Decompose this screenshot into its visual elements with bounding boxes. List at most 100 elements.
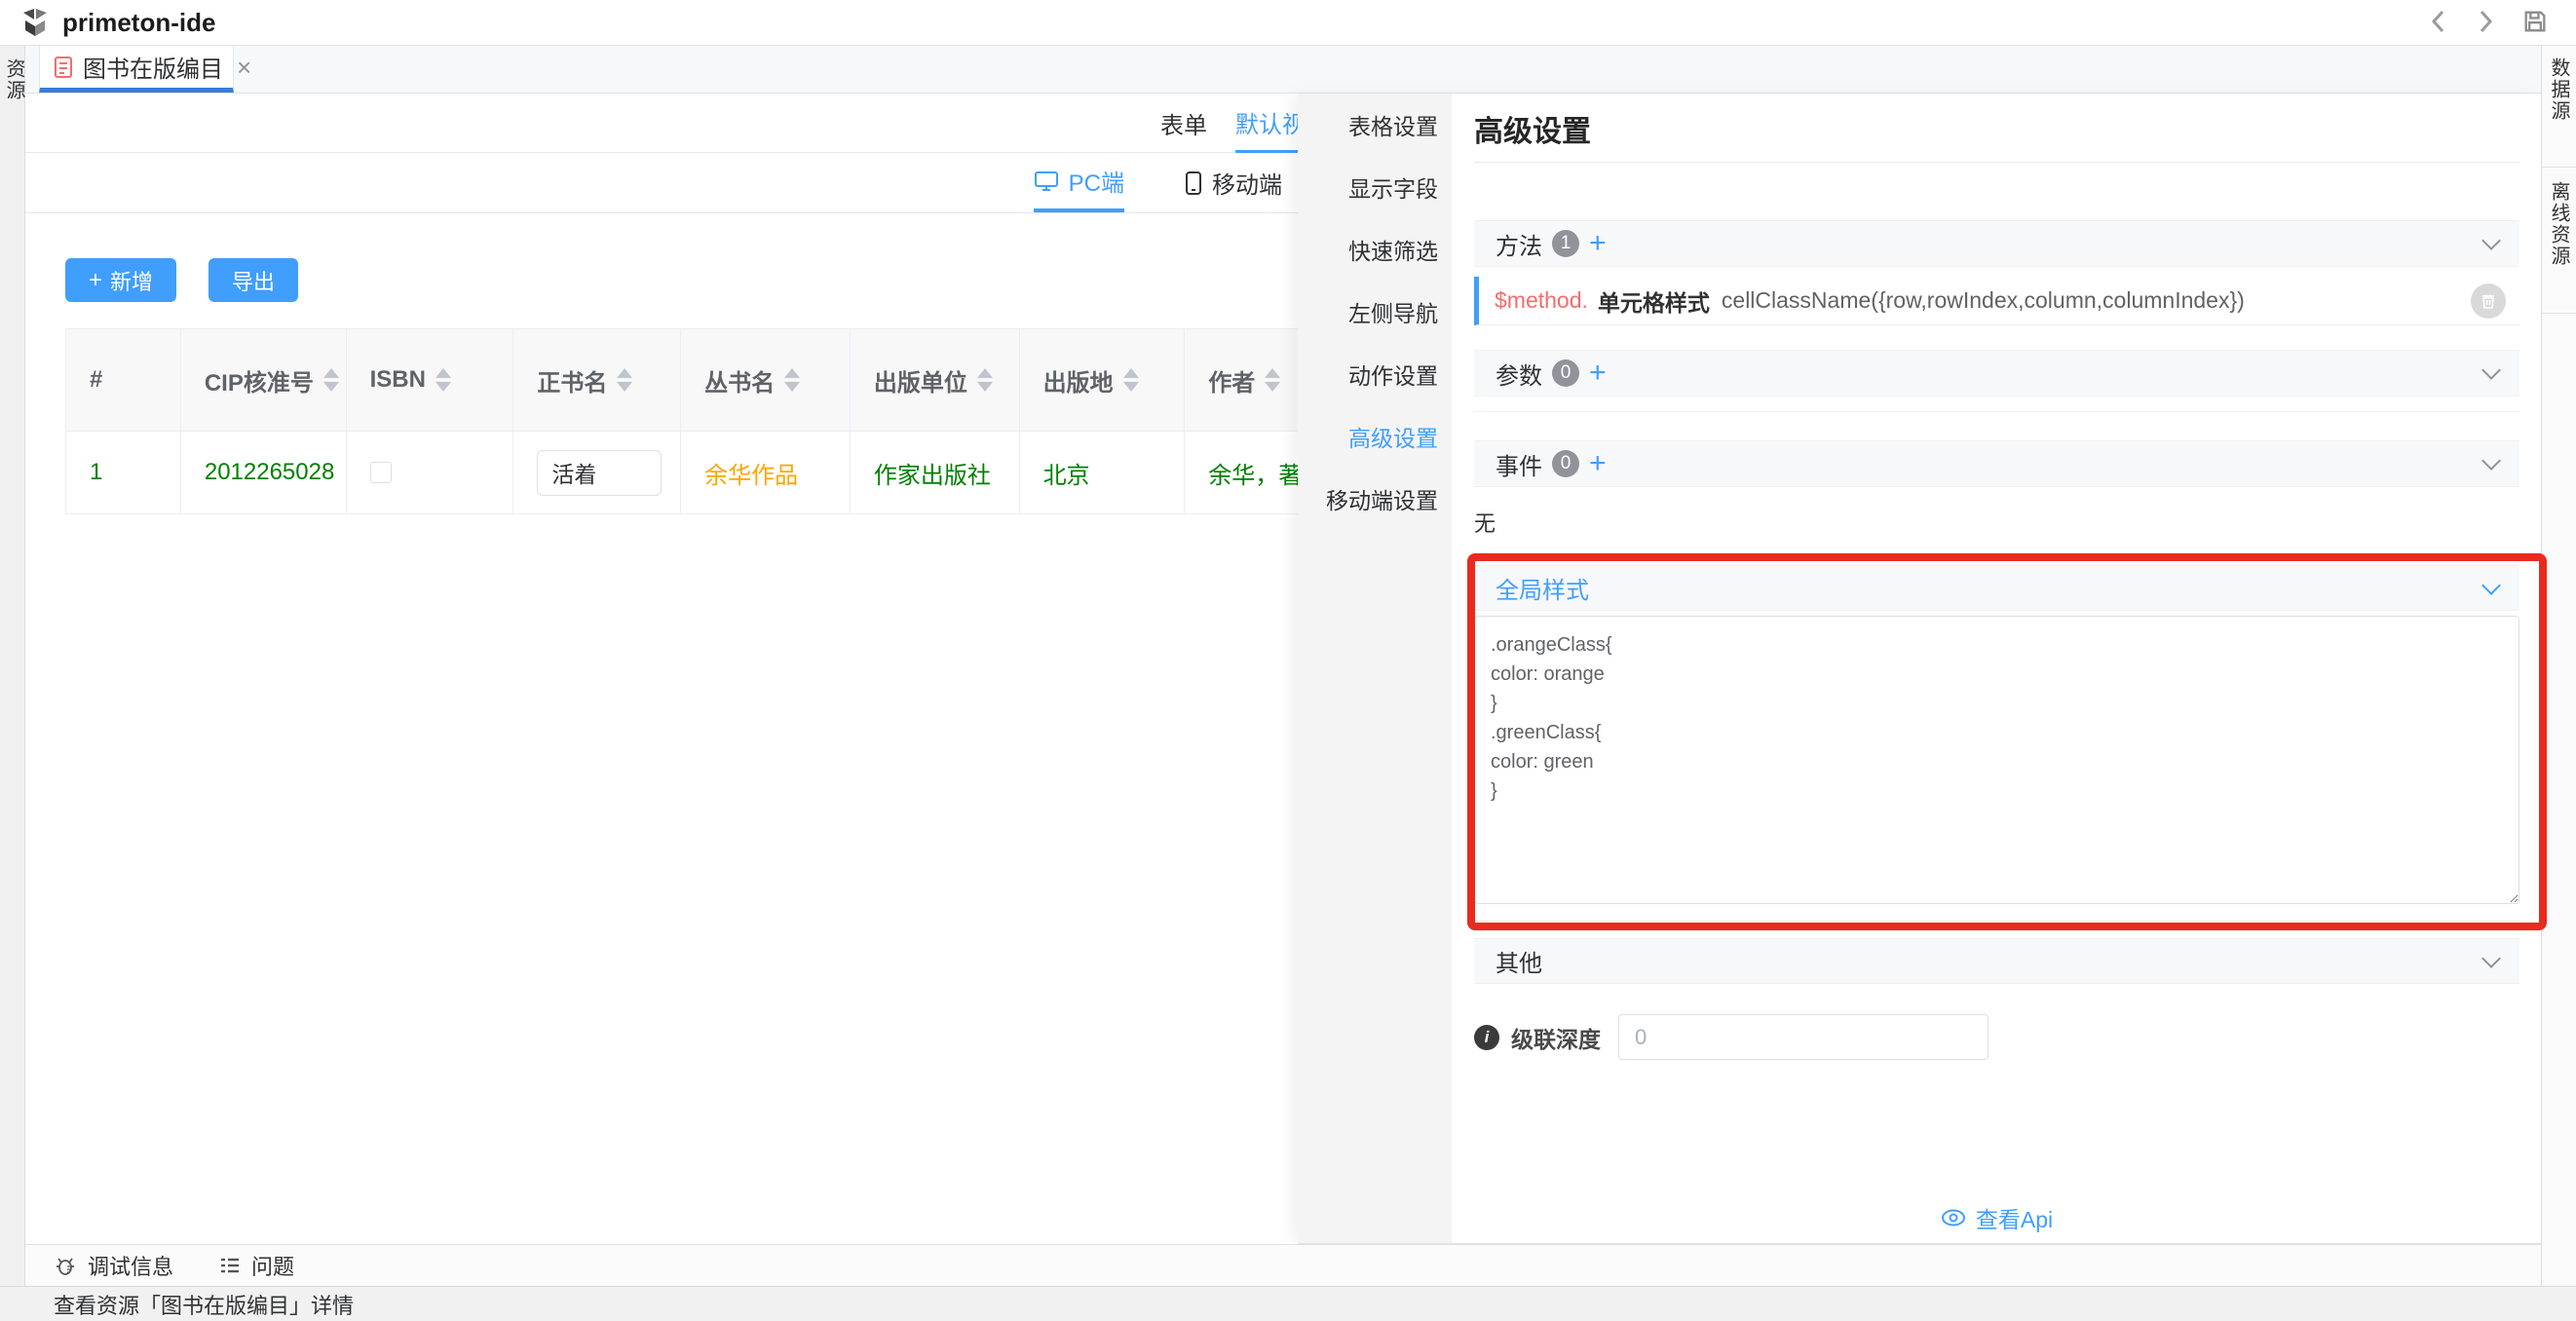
params-empty-area — [1474, 396, 2519, 412]
sort-icon[interactable] — [784, 368, 800, 392]
section-header-events[interactable]: 事件 0 + — [1474, 440, 2519, 487]
editor-tab-label: 图书在版编目 — [83, 50, 223, 84]
view-tabs: 表单 默认视图 — [25, 94, 1298, 153]
add-event-button[interactable]: + — [1589, 449, 1607, 478]
sort-icon[interactable] — [436, 368, 451, 392]
param-count-badge: 0 — [1552, 359, 1579, 387]
method-count-badge: 1 — [1552, 230, 1579, 257]
save-button[interactable] — [2521, 8, 2549, 38]
menu-item-advanced-settings[interactable]: 高级设置 — [1298, 405, 1452, 468]
settings-menu: 表格设置 显示字段 快速筛选 左侧导航 动作设置 高级设置 移动端设置 — [1298, 94, 1452, 1243]
add-param-button[interactable]: + — [1589, 359, 1607, 388]
column-header-publisher[interactable]: 出版单位 — [851, 329, 1020, 431]
cell-title — [513, 432, 681, 513]
trash-icon — [2480, 292, 2497, 310]
global-style-textarea[interactable]: .orangeClass{ color: orange } .greenClas… — [1474, 616, 2519, 904]
add-method-button[interactable]: + — [1589, 229, 1607, 258]
cell-place: 北京 — [1020, 432, 1186, 513]
cell-series: 余华作品 — [681, 432, 851, 513]
data-table: # CIP核准号 ISBN 正书名 丛书名 出版单位 — [65, 328, 1298, 514]
cascade-depth-input[interactable] — [1618, 1014, 1989, 1060]
info-icon: i — [1474, 1025, 1499, 1050]
section-header-params[interactable]: 参数 0 + — [1474, 350, 2519, 396]
monitor-icon — [1034, 170, 1059, 193]
rail-item-resources[interactable]: 资源 — [0, 58, 28, 101]
column-header-cip[interactable]: CIP核准号 — [181, 329, 347, 431]
section-header-other[interactable]: 其他 — [1474, 938, 2519, 984]
title-bar: primeton-ide — [0, 0, 2576, 46]
close-icon[interactable]: × — [237, 55, 251, 80]
method-name: 单元格样式 — [1598, 284, 1710, 318]
isbn-checkbox[interactable] — [370, 462, 392, 483]
list-icon — [218, 1254, 242, 1277]
menu-item-action-settings[interactable]: 动作设置 — [1298, 343, 1452, 405]
method-signature: cellClassName({row,rowIndex,column,colum… — [1722, 287, 2245, 314]
plus-icon: + — [89, 267, 102, 294]
sort-icon[interactable] — [1265, 368, 1280, 392]
tab-mobile[interactable]: 移动端 — [1185, 153, 1282, 212]
cell-publisher: 作家出版社 — [851, 432, 1020, 513]
menu-item-mobile-settings[interactable]: 移动端设置 — [1298, 468, 1452, 530]
editor-tab-bar: 图书在版编目 × — [25, 46, 2541, 94]
table-toolbar: + 新增 导出 — [65, 258, 298, 302]
bug-icon — [55, 1254, 78, 1277]
cascade-depth-row: i 级联深度 — [1474, 1014, 2519, 1060]
column-header-author[interactable]: 作者 — [1185, 329, 1298, 431]
tab-mobile-label: 移动端 — [1212, 166, 1282, 200]
sort-icon[interactable] — [1123, 368, 1139, 392]
method-tag: $method. — [1495, 287, 1588, 314]
editor-tab-book-catalog[interactable]: 图书在版编目 × — [39, 46, 234, 93]
column-header-isbn[interactable]: ISBN — [347, 329, 514, 431]
rail-item-datasource[interactable]: 数据源 — [2542, 46, 2576, 168]
status-text: 查看资源「图书在版编目」详情 — [54, 1289, 354, 1320]
chevron-right-icon — [2475, 8, 2496, 38]
title-input[interactable] — [537, 450, 662, 496]
settings-panel: 表格设置 显示字段 快速筛选 左侧导航 动作设置 高级设置 移动端设置 高级设置… — [1298, 94, 2541, 1244]
column-header-place[interactable]: 出版地 — [1020, 329, 1186, 431]
divider — [1474, 162, 2519, 163]
device-tabs: PC端 移动端 — [25, 153, 1298, 213]
settings-content: 高级设置 方法 1 + $method. 单元格样式 cellClassName… — [1452, 94, 2541, 1243]
menu-item-display-fields[interactable]: 显示字段 — [1298, 156, 1452, 218]
tab-default-view[interactable]: 默认视图 — [1235, 94, 1298, 153]
section-header-methods[interactable]: 方法 1 + — [1474, 220, 2519, 267]
view-api-link[interactable]: 查看Api — [1474, 1203, 2519, 1232]
menu-item-left-nav[interactable]: 左侧导航 — [1298, 281, 1452, 343]
bottom-bar: 调试信息 问题 — [25, 1244, 2541, 1286]
problems-button[interactable]: 问题 — [218, 1250, 294, 1281]
method-item[interactable]: $method. 单元格样式 cellClassName({row,rowInd… — [1474, 277, 2519, 325]
export-button[interactable]: 导出 — [208, 258, 298, 302]
back-button[interactable] — [2428, 8, 2449, 38]
cell-author: 余华，著 — [1185, 432, 1298, 513]
chevron-down-icon[interactable] — [2481, 576, 2501, 595]
chevron-down-icon[interactable] — [2481, 949, 2501, 968]
chevron-down-icon[interactable] — [2481, 231, 2501, 250]
column-header-series[interactable]: 丛书名 — [681, 329, 851, 431]
event-count-badge: 0 — [1552, 450, 1579, 477]
chevron-down-icon[interactable] — [2481, 360, 2501, 380]
debug-info-button[interactable]: 调试信息 — [55, 1250, 173, 1281]
document-icon — [54, 56, 73, 79]
delete-method-button[interactable] — [2471, 283, 2506, 319]
rail-item-offline-resources[interactable]: 离线资源 — [2542, 168, 2576, 314]
column-header-index: # — [66, 329, 181, 431]
chevron-left-icon — [2428, 8, 2449, 38]
section-header-global-style[interactable]: 全局样式 — [1474, 565, 2519, 611]
cell-index: 1 — [66, 432, 181, 513]
chevron-down-icon[interactable] — [2481, 451, 2501, 471]
cascade-depth-label: 级联深度 — [1511, 1021, 1601, 1054]
add-button[interactable]: + 新增 — [65, 258, 176, 302]
forward-button[interactable] — [2475, 8, 2496, 38]
sort-icon[interactable] — [977, 368, 993, 392]
sort-icon[interactable] — [617, 368, 632, 392]
sort-icon[interactable] — [323, 368, 339, 392]
column-header-title[interactable]: 正书名 — [513, 329, 681, 431]
settings-title: 高级设置 — [1474, 107, 2519, 148]
tab-form[interactable]: 表单 — [1160, 94, 1207, 153]
tab-pc[interactable]: PC端 — [1034, 153, 1124, 212]
eye-icon — [1941, 1208, 1966, 1227]
menu-item-table-settings[interactable]: 表格设置 — [1298, 94, 1452, 156]
menu-item-quick-filter[interactable]: 快速筛选 — [1298, 218, 1452, 281]
main-area: 表单 默认视图 PC端 移动端 + 新增 导出 — [25, 94, 1298, 1244]
tab-pc-label: PC端 — [1069, 164, 1124, 198]
